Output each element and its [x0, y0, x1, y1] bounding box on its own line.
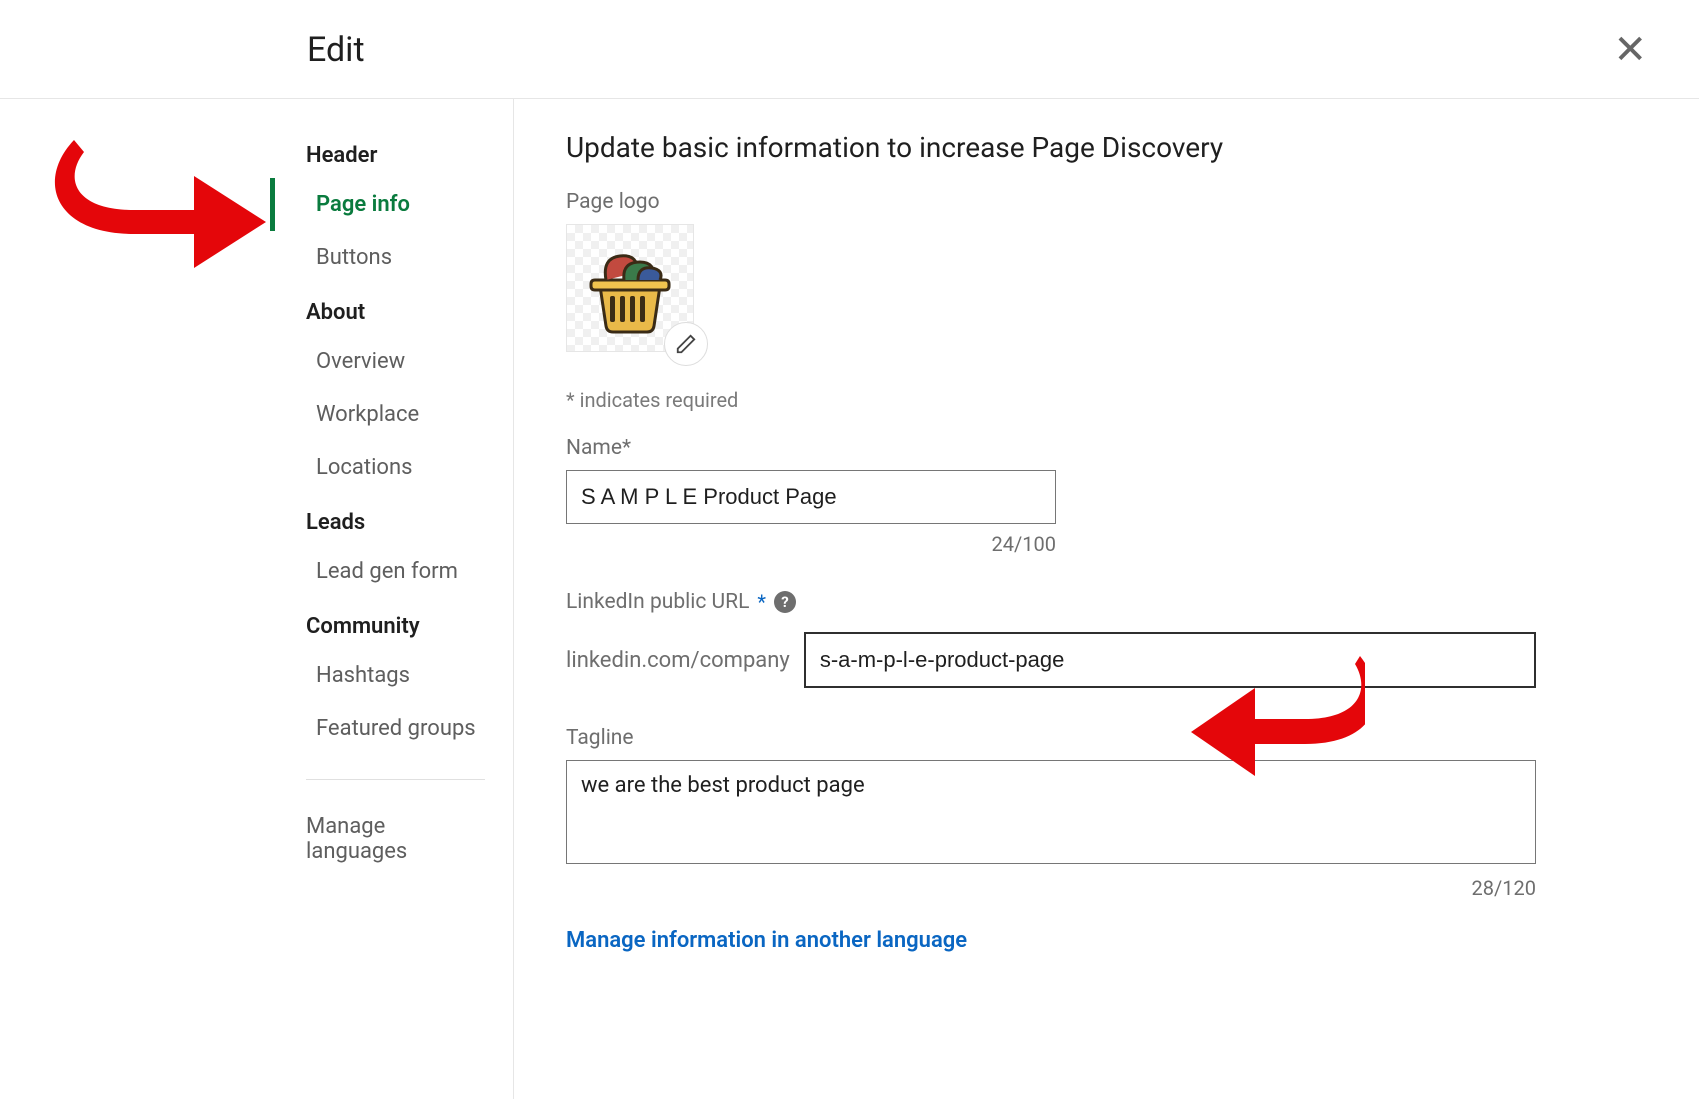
- sidebar-group-header: Header: [270, 127, 513, 178]
- manage-language-link[interactable]: Manage information in another language: [566, 928, 967, 953]
- tagline-input[interactable]: [566, 760, 1536, 864]
- sidebar-item-page-info[interactable]: Page info: [270, 178, 513, 231]
- sidebar-divider: [306, 779, 485, 780]
- sidebar-item-label: Buttons: [316, 245, 392, 270]
- sidebar-item-label: Locations: [316, 455, 412, 480]
- page-logo-label: Page logo: [566, 190, 1647, 214]
- public-url-input[interactable]: [804, 632, 1536, 688]
- sidebar-item-lead-gen-form[interactable]: Lead gen form: [270, 545, 513, 598]
- main-content: Update basic information to increase Pag…: [514, 99, 1699, 1099]
- close-button[interactable]: ✕: [1613, 30, 1647, 70]
- tagline-char-counter: 28/120: [566, 876, 1536, 900]
- page-heading: Update basic information to increase Pag…: [566, 131, 1647, 164]
- url-prefix: linkedin.com/company: [566, 648, 790, 673]
- pencil-icon: [675, 333, 697, 355]
- sidebar-item-label: Hashtags: [316, 663, 410, 688]
- sidebar-group-community: Community: [270, 598, 513, 649]
- sidebar-group-leads: Leads: [270, 494, 513, 545]
- sidebar-group-about: About: [270, 284, 513, 335]
- close-icon: ✕: [1613, 28, 1647, 72]
- sidebar-item-label: Featured groups: [316, 716, 476, 741]
- sidebar-item-label: Workplace: [316, 402, 419, 427]
- name-char-counter: 24/100: [566, 532, 1056, 556]
- page-logo-container: [566, 224, 694, 352]
- help-icon[interactable]: ?: [774, 591, 796, 613]
- sidebar-item-hashtags[interactable]: Hashtags: [270, 649, 513, 702]
- sidebar-item-label: Overview: [316, 349, 405, 374]
- sidebar-item-featured-groups[interactable]: Featured groups: [270, 702, 513, 755]
- name-label: Name*: [566, 436, 1647, 460]
- required-star: *: [757, 590, 766, 614]
- sidebar-item-locations[interactable]: Locations: [270, 441, 513, 494]
- modal-title: Edit: [307, 30, 365, 70]
- url-label: LinkedIn public URL: [566, 590, 749, 614]
- basket-icon: [580, 238, 680, 338]
- sidebar: Header Page info Buttons About Overview …: [270, 99, 514, 1099]
- name-input[interactable]: [566, 470, 1056, 524]
- sidebar-item-workplace[interactable]: Workplace: [270, 388, 513, 441]
- sidebar-item-buttons[interactable]: Buttons: [270, 231, 513, 284]
- sidebar-item-label: Page info: [316, 192, 410, 217]
- sidebar-item-overview[interactable]: Overview: [270, 335, 513, 388]
- edit-logo-button[interactable]: [664, 322, 708, 366]
- modal-header: Edit ✕: [0, 0, 1699, 99]
- sidebar-item-manage-languages[interactable]: Manage languages: [270, 794, 513, 878]
- tagline-label: Tagline: [566, 726, 1536, 750]
- sidebar-item-label: Manage languages: [306, 814, 407, 864]
- required-note: * indicates required: [566, 388, 1647, 412]
- sidebar-item-label: Lead gen form: [316, 559, 458, 584]
